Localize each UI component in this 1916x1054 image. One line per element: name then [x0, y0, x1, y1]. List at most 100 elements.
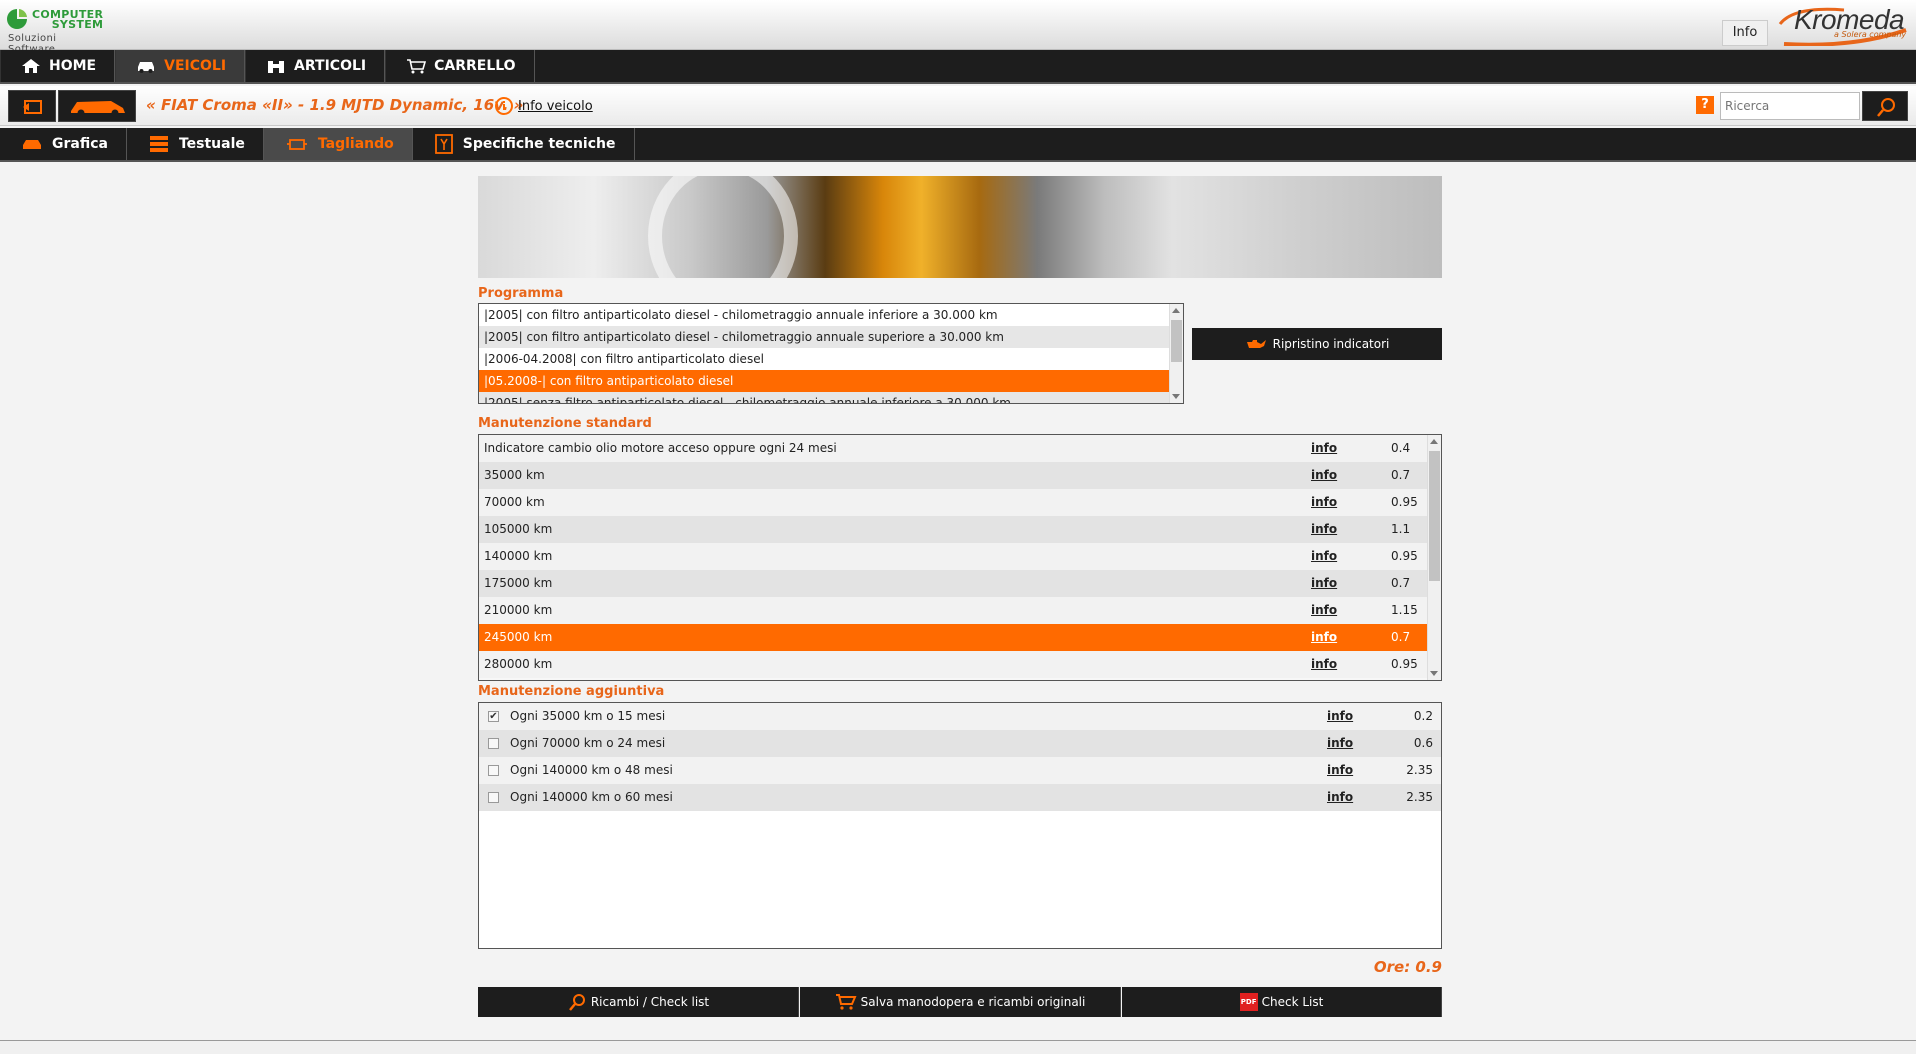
row-checkbox[interactable] [488, 765, 499, 776]
row-desc: 35000 km [484, 468, 545, 482]
history-button[interactable] [8, 90, 56, 122]
table-row[interactable]: 105000 km info 1.1 [479, 516, 1427, 543]
table-row[interactable]: Ogni 70000 km o 24 mesi info 0.6 [479, 730, 1441, 757]
programma-scrollbar[interactable] [1169, 304, 1183, 403]
row-checkbox[interactable] [488, 738, 499, 749]
table-row[interactable]: 175000 km info 0.7 [479, 570, 1427, 597]
standard-list[interactable]: Indicatore cambio olio motore acceso opp… [478, 434, 1442, 681]
vehicle-title: « FIAT Croma «II» - 1.9 MJTD Dynamic, 16… [146, 96, 524, 114]
row-value: 2.35 [1406, 790, 1433, 804]
checklist-pdf-button[interactable]: PDF Check List [1122, 987, 1442, 1017]
info-link[interactable]: info [1327, 757, 1353, 784]
table-row[interactable]: 35000 km info 0.7 [479, 462, 1427, 489]
tab-carrello[interactable]: CARRELLO [385, 50, 535, 82]
tagliando-banner-image [478, 176, 1442, 278]
programma-item[interactable]: |2005| con filtro antiparticolato diesel… [479, 304, 1169, 326]
row-value: 0.2 [1413, 709, 1433, 723]
table-row[interactable]: Ogni 140000 km o 48 mesi info 2.35 [479, 757, 1441, 784]
pdf-icon: PDF [1239, 993, 1258, 1011]
aggiuntiva-list[interactable]: ✔ Ogni 35000 km o 15 mesi info 0.2 Ogni 700… [478, 702, 1442, 949]
programma-item[interactable]: |2005| senza filtro antiparticolato dies… [479, 392, 1169, 403]
kromeda-subtext: a Solera company [1834, 30, 1907, 39]
ricambi-checklist-button[interactable]: Ricambi / Check list [478, 987, 799, 1017]
tab-testuale[interactable]: Testuale [127, 128, 264, 160]
row-checkbox[interactable] [488, 792, 499, 803]
info-link[interactable]: info [1311, 516, 1337, 543]
search-input[interactable] [1720, 92, 1860, 120]
row-value: 0.95 [1391, 495, 1418, 509]
tab-tagliando-label: Tagliando [317, 136, 394, 152]
table-row[interactable]: 210000 km info 1.15 [479, 597, 1427, 624]
table-row[interactable]: 280000 km info 0.95 [479, 651, 1427, 678]
tab-tagliando[interactable]: Tagliando [263, 128, 413, 160]
info-link[interactable]: info [1311, 543, 1337, 570]
row-value: 0.6 [1413, 736, 1433, 750]
programma-item-selected[interactable]: |05.2008-| con filtro antiparticolato di… [479, 370, 1169, 392]
info-link[interactable]: info [1311, 462, 1337, 489]
table-row[interactable]: Indicatore cambio olio motore acceso opp… [479, 435, 1427, 462]
search-button[interactable] [1862, 91, 1908, 121]
ricambi-label: Ricambi / Check list [590, 995, 710, 1009]
tab-grafica[interactable]: Grafica [0, 128, 127, 160]
oil-can-icon [1246, 340, 1266, 348]
row-desc: Ogni 35000 km o 15 mesi [510, 709, 666, 723]
spec-icon [434, 134, 453, 154]
help-icon[interactable]: ? [1696, 96, 1714, 114]
info-link[interactable]: info [1327, 784, 1353, 811]
salva-label: Salva manodopera e ricambi originali [860, 995, 1086, 1009]
tab-carrello-label: CARRELLO [434, 58, 516, 74]
vehicle-bar: « FIAT Croma «II» - 1.9 MJTD Dynamic, 16… [0, 86, 1916, 126]
vehicle-select-button[interactable] [58, 90, 136, 122]
row-desc: 105000 km [484, 522, 553, 536]
info-link[interactable]: info [1311, 489, 1337, 516]
standard-scrollbar[interactable] [1427, 435, 1441, 680]
info-link[interactable]: info [1311, 570, 1337, 597]
tab-testuale-label: Testuale [178, 136, 245, 152]
info-veicolo-link[interactable]: Info veicolo [518, 99, 593, 114]
row-desc: 245000 km [484, 630, 553, 644]
programma-label: Programma [478, 286, 564, 301]
tab-articoli[interactable]: ARTICOLI [245, 50, 386, 82]
info-button[interactable]: Info [1722, 20, 1768, 46]
info-link[interactable]: info [1311, 651, 1337, 678]
programma-item[interactable]: |2006-04.2008| con filtro antiparticolat… [479, 348, 1169, 370]
row-value: 0.4 [1391, 441, 1411, 455]
logo-mark-icon [7, 9, 27, 29]
info-link[interactable]: info [1311, 624, 1337, 651]
table-row[interactable]: Ogni 140000 km o 60 mesi info 2.35 [479, 784, 1441, 811]
app-header: COMPUTERSYSTEM Soluzioni Software Info K… [0, 0, 1916, 55]
footer-bar [0, 1040, 1916, 1054]
row-desc: 140000 km [484, 549, 553, 563]
table-row-selected[interactable]: 245000 km info 0.7 [479, 624, 1427, 651]
table-row[interactable]: 140000 km info 0.95 [479, 543, 1427, 570]
salva-button[interactable]: Salva manodopera e ricambi originali [800, 987, 1121, 1017]
row-desc: Ogni 140000 km o 48 mesi [510, 763, 673, 777]
row-desc: 280000 km [484, 657, 553, 671]
home-icon [22, 59, 40, 73]
checklist-label: Check List [1261, 995, 1324, 1009]
main-nav: HOME VEICOLI ARTICOLI CARRELLO [0, 50, 1916, 84]
parts-icon [268, 61, 285, 73]
table-row[interactable]: ✔ Ogni 35000 km o 15 mesi info 0.2 [479, 703, 1441, 730]
row-value: 1.1 [1391, 522, 1411, 536]
row-checkbox[interactable]: ✔ [488, 711, 499, 722]
tab-home[interactable]: HOME [0, 50, 116, 82]
info-link[interactable]: info [1327, 730, 1353, 757]
tab-veicoli[interactable]: VEICOLI [115, 50, 246, 82]
ripristino-indicatori-button[interactable]: Ripristino indicatori [1192, 328, 1442, 360]
info-link[interactable]: info [1327, 703, 1353, 730]
info-link[interactable]: info [1311, 597, 1337, 624]
row-value: 2.35 [1406, 763, 1433, 777]
programma-list[interactable]: |2005| con filtro antiparticolato diesel… [478, 303, 1184, 404]
search-icon [1877, 98, 1895, 117]
list-icon [149, 136, 168, 152]
programma-item[interactable]: |2005| con filtro antiparticolato diesel… [479, 326, 1169, 348]
tab-specifiche[interactable]: Specifiche tecniche [413, 128, 635, 160]
info-link[interactable]: info [1311, 435, 1337, 462]
row-value: 0.95 [1391, 549, 1418, 563]
row-value: 0.7 [1391, 576, 1411, 590]
row-value: 0.7 [1391, 630, 1411, 644]
cart-icon [835, 994, 857, 1010]
cart-icon [407, 59, 427, 74]
table-row[interactable]: 70000 km info 0.95 [479, 489, 1427, 516]
